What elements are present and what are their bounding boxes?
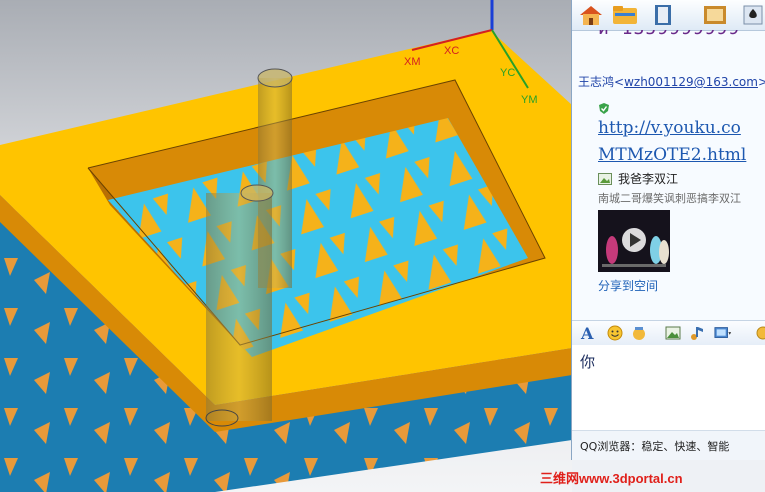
- axis-label-xc: XC: [444, 45, 459, 57]
- tool-rod-back-top: [257, 68, 293, 88]
- chat-history[interactable]: й 1359999999 王志鸿<wzh001129@163.com> http…: [572, 30, 765, 320]
- screenshot-icon[interactable]: [714, 324, 732, 342]
- clipped-message-line: й 1359999999: [598, 30, 740, 39]
- site-watermark: 三维网www.3dportal.cn: [540, 468, 683, 487]
- video-thumb-icon: [598, 172, 612, 185]
- tool-rod-front-top: [240, 184, 274, 202]
- sender-name: 王志鸿: [578, 75, 615, 89]
- message-input[interactable]: 你: [572, 345, 765, 430]
- axis-label-ym: YM: [521, 94, 538, 106]
- chat-window: й 1359999999 王志鸿<wzh001129@163.com> http…: [571, 0, 765, 460]
- screen-icon[interactable]: [702, 3, 728, 27]
- video-description: 南城二哥爆笑讽刺恶搞李双江: [598, 192, 741, 205]
- input-toolbar: A: [572, 320, 765, 346]
- status-ad-text[interactable]: QQ浏览器：稳定、快速、智能: [580, 438, 729, 454]
- film-icon[interactable]: [650, 3, 676, 27]
- axis-label-xm: XM: [404, 56, 421, 68]
- video-title: 我爸李双江: [618, 172, 679, 186]
- svg-text:A: A: [580, 325, 594, 341]
- sender-header: 王志鸿<wzh001129@163.com>: [578, 75, 765, 89]
- image-icon[interactable]: [664, 324, 682, 342]
- share-to-space-link[interactable]: 分享到空间: [598, 277, 658, 294]
- emoji-icon[interactable]: [606, 324, 624, 342]
- message-input-text: 你: [580, 353, 596, 371]
- sender-email-link[interactable]: wzh001129@163.com: [624, 75, 758, 89]
- watermark-part2: www.3dportal.cn: [579, 471, 683, 486]
- verified-shield-icon: [598, 100, 610, 119]
- folder-icon[interactable]: [612, 3, 638, 27]
- spade-icon[interactable]: [740, 3, 765, 27]
- status-bar: QQ浏览器：稳定、快速、智能: [572, 430, 765, 460]
- video-link-line1[interactable]: http://v.youku.co: [598, 118, 741, 138]
- chat-top-toolbar: [572, 0, 765, 31]
- more-tools-icon[interactable]: [754, 324, 765, 342]
- video-link-line2[interactable]: MTMzOTE2.html: [598, 145, 746, 165]
- video-title-row[interactable]: 我爸李双江: [598, 170, 678, 187]
- font-icon[interactable]: A: [578, 324, 596, 342]
- tool-rod-front: [206, 193, 272, 421]
- magic-emoji-icon[interactable]: [630, 324, 648, 342]
- music-icon[interactable]: [688, 324, 706, 342]
- video-thumbnail[interactable]: [598, 210, 670, 272]
- home-icon[interactable]: [578, 3, 604, 27]
- watermark-part1: 三维网: [540, 471, 580, 486]
- axis-label-yc: YC: [500, 67, 515, 79]
- cad-viewport[interactable]: XM XC YC YM: [0, 0, 572, 492]
